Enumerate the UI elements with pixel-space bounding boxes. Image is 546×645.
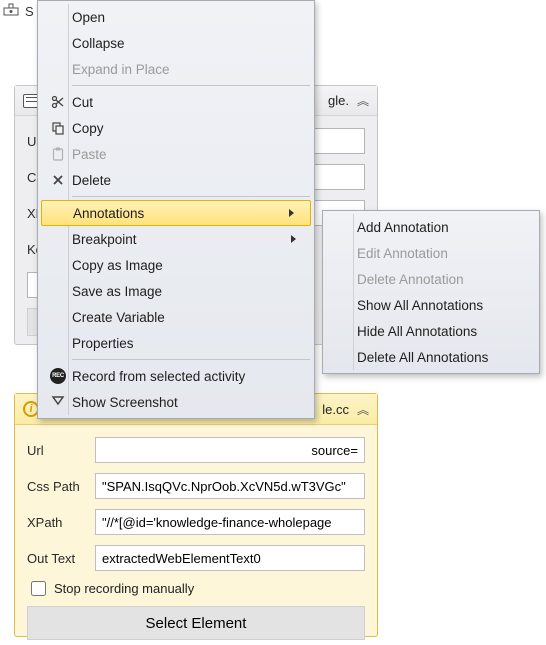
submenu-item-label: Delete All Annotations <box>357 350 521 365</box>
rec-icon: REC <box>44 368 72 384</box>
menu-item-collapse[interactable]: Collapse <box>40 30 312 56</box>
menu-item-annotations[interactable]: Annotations <box>41 200 311 226</box>
menu-item-label: Create Variable <box>72 310 296 325</box>
delete-icon <box>44 173 72 187</box>
menu-item-create-variable[interactable]: Create Variable <box>40 304 312 330</box>
csspath-label: Css Path <box>27 479 87 494</box>
submenu-item-delete-all-annotations[interactable]: Delete All Annotations <box>325 344 537 370</box>
submenu-item-label: Add Annotation <box>357 220 521 235</box>
collapse-icon[interactable]: ︽ <box>357 401 369 418</box>
menu-item-delete[interactable]: Delete <box>40 167 312 193</box>
menu-item-copy-as-image[interactable]: Copy as Image <box>40 252 312 278</box>
submenu-item-label: Delete Annotation <box>357 272 521 287</box>
submenu-arrow-icon <box>289 209 294 217</box>
menu-item-label: Copy as Image <box>72 258 296 273</box>
xpath-input[interactable] <box>95 509 365 535</box>
submenu-item-label: Show All Annotations <box>357 298 521 313</box>
outtext-input[interactable] <box>95 545 365 571</box>
collapse-icon[interactable]: ︽ <box>357 92 369 109</box>
menu-item-label: Breakpoint <box>72 232 285 247</box>
app-icon <box>3 3 19 19</box>
menu-item-paste: Paste <box>40 141 312 167</box>
submenu-item-show-all-annotations[interactable]: Show All Annotations <box>325 292 537 318</box>
panel-header-text: gle. <box>328 93 349 108</box>
menu-item-label: Copy <box>72 121 296 136</box>
menu-item-record-from-selected-activity[interactable]: RECRecord from selected activity <box>40 363 312 389</box>
menu-item-label: Expand in Place <box>72 62 296 77</box>
url-label: Url <box>27 443 87 458</box>
paste-icon <box>44 147 72 161</box>
menu-item-label: Open <box>72 10 296 25</box>
select-element-button[interactable]: Select Element <box>27 606 365 640</box>
url-input[interactable] <box>95 437 365 463</box>
menu-item-label: Show Screenshot <box>72 395 296 410</box>
menu-item-show-screenshot[interactable]: Show Screenshot <box>40 389 312 415</box>
menu-item-cut[interactable]: Cut <box>40 89 312 115</box>
panel-header-text: le.cc <box>322 402 349 417</box>
filter-icon <box>44 395 72 409</box>
activity-panel-extract: i REC le.cc ︽ Url Css Path XPath Out Tex… <box>14 393 378 637</box>
submenu-item-label: Edit Annotation <box>357 246 521 261</box>
menu-item-expand-in-place: Expand in Place <box>40 56 312 82</box>
csspath-input[interactable] <box>95 473 365 499</box>
outtext-label: Out Text <box>27 551 87 566</box>
submenu-item-edit-annotation: Edit Annotation <box>325 240 537 266</box>
context-menu: Open Collapse Expand in Place Cut Copy Paste D… <box>37 0 315 419</box>
menu-separator <box>72 359 310 360</box>
menu-item-copy[interactable]: Copy <box>40 115 312 141</box>
menu-item-label: Record from selected activity <box>72 369 296 384</box>
menu-item-label: Annotations <box>73 206 283 221</box>
stop-recording-label: Stop recording manually <box>54 581 194 596</box>
menu-item-label: Properties <box>72 336 296 351</box>
submenu-item-hide-all-annotations[interactable]: Hide All Annotations <box>325 318 537 344</box>
menu-item-open[interactable]: Open <box>40 4 312 30</box>
menu-separator <box>72 85 310 86</box>
submenu-item-delete-annotation: Delete Annotation <box>325 266 537 292</box>
menu-item-save-as-image[interactable]: Save as Image <box>40 278 312 304</box>
menu-separator <box>72 196 310 197</box>
submenu-item-add-annotation[interactable]: Add Annotation <box>325 214 537 240</box>
copy-icon <box>44 121 72 135</box>
menu-item-label: Cut <box>72 95 296 110</box>
menu-item-breakpoint[interactable]: Breakpoint <box>40 226 312 252</box>
xpath-label: XPath <box>27 515 87 530</box>
submenu-arrow-icon <box>291 235 296 243</box>
scissors-icon <box>44 95 72 109</box>
menu-item-label: Save as Image <box>72 284 296 299</box>
window-title-bar: S <box>3 3 34 19</box>
annotations-submenu: Add Annotation Edit Annotation Delete Anno… <box>322 210 540 374</box>
submenu-item-label: Hide All Annotations <box>357 324 521 339</box>
menu-item-label: Collapse <box>72 36 296 51</box>
menu-item-label: Delete <box>72 173 296 188</box>
stop-recording-checkbox[interactable] <box>31 581 46 596</box>
window-title-text: S <box>25 4 34 19</box>
menu-item-properties[interactable]: Properties <box>40 330 312 356</box>
menu-item-label: Paste <box>72 147 296 162</box>
